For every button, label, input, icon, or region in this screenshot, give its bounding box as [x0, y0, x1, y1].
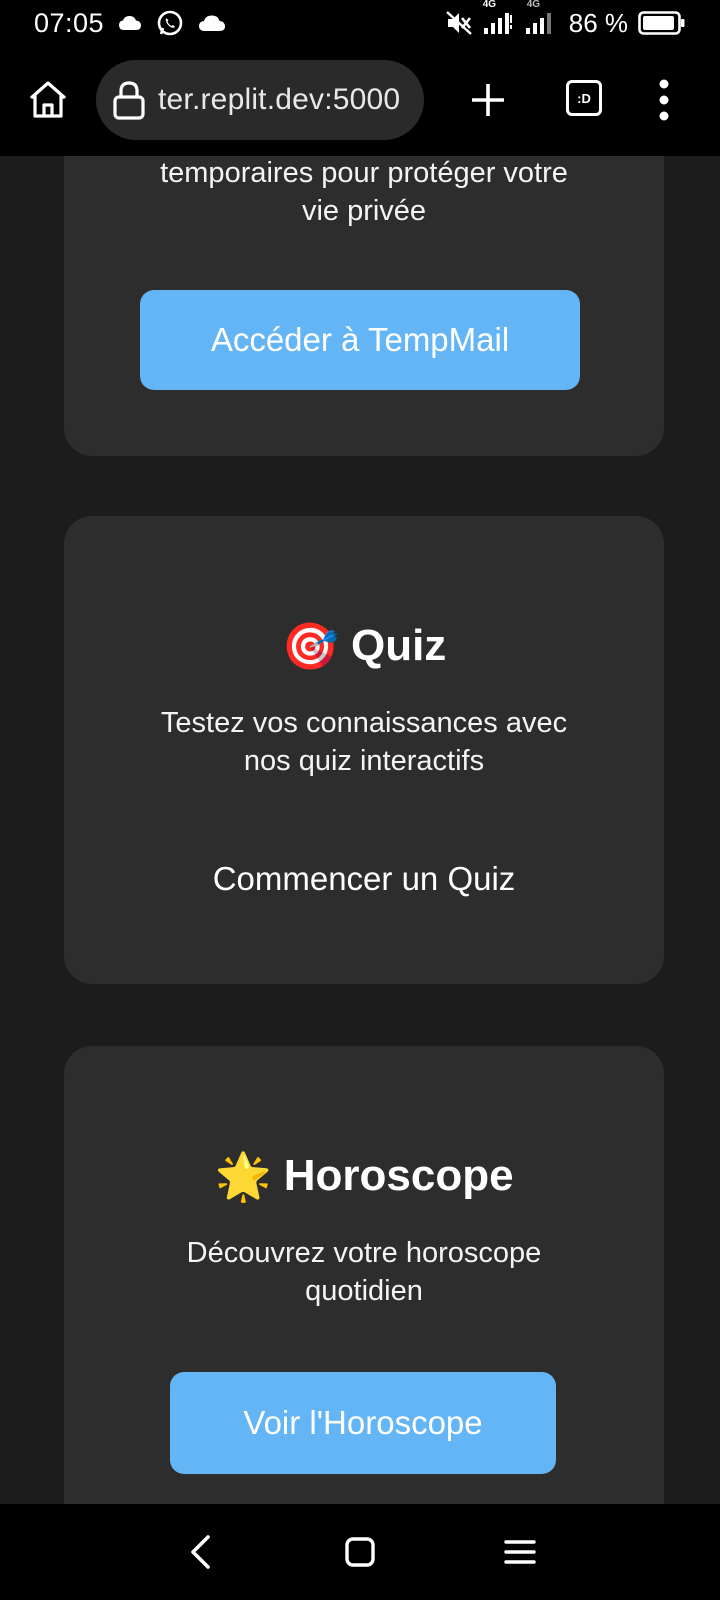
whatsapp-icon	[156, 9, 184, 37]
tabs-label: :D	[577, 90, 591, 106]
quiz-description: Testez vos connaissances avec nos quiz i…	[160, 707, 568, 777]
horoscope-title-row: 🌟 Horoscope	[64, 1146, 664, 1206]
new-tab-icon[interactable]	[466, 78, 510, 122]
signal-icon: 4G	[483, 0, 515, 35]
network-label: 4G	[482, 0, 497, 10]
target-icon: 🎯	[281, 619, 339, 672]
quiz-title: Quiz	[350, 621, 447, 670]
horoscope-title: Horoscope	[283, 1151, 514, 1200]
horoscope-card: 🌟 Horoscope Découvrez votre horoscope qu…	[64, 1046, 664, 1504]
recents-icon[interactable]	[504, 1538, 536, 1566]
quiz-card: 🎯 Quiz Testez vos connaissances avec nos…	[64, 516, 664, 984]
battery-percent: 86 %	[568, 7, 628, 38]
more-menu-icon[interactable]	[654, 76, 674, 124]
signal-icon: 4G	[525, 0, 553, 35]
horoscope-description: Découvrez votre horoscope quotidien	[186, 1237, 542, 1307]
tempmail-button[interactable]: Accéder à TempMail	[140, 290, 580, 390]
quiz-start-link[interactable]: Commencer un Quiz	[64, 860, 664, 898]
star-icon: 🌟	[214, 1149, 272, 1202]
tabs-button[interactable]: :D	[566, 80, 602, 116]
status-left: 07:05	[34, 8, 226, 39]
nav-home-icon[interactable]	[344, 1536, 376, 1568]
status-right: 4G 4G 86 %	[445, 0, 686, 39]
network-label: 4G	[526, 0, 541, 10]
quiz-title-row: 🎯 Quiz	[64, 616, 664, 676]
lock-icon	[112, 80, 146, 120]
battery-icon	[638, 11, 686, 35]
back-icon[interactable]	[186, 1534, 216, 1570]
tempmail-description: temporaires pour protéger votre vie priv…	[160, 157, 568, 227]
status-bar: 07:05 4G 4G 86 %	[0, 0, 720, 46]
horoscope-button[interactable]: Voir l'Horoscope	[170, 1372, 556, 1474]
address-bar[interactable]: ter.replit.dev:5000	[96, 60, 424, 140]
mute-icon	[445, 10, 473, 36]
cloud-icon	[118, 14, 142, 32]
page-content: temporaires pour protéger votre vie priv…	[0, 156, 720, 1504]
url-text: ter.replit.dev:5000	[158, 83, 401, 116]
cloud-icon	[198, 14, 226, 32]
tempmail-card: temporaires pour protéger votre vie priv…	[64, 156, 664, 456]
browser-toolbar: ter.replit.dev:5000 :D	[0, 46, 720, 156]
status-time: 07:05	[34, 7, 105, 38]
home-icon[interactable]	[26, 78, 70, 122]
system-nav-bar	[0, 1504, 720, 1600]
